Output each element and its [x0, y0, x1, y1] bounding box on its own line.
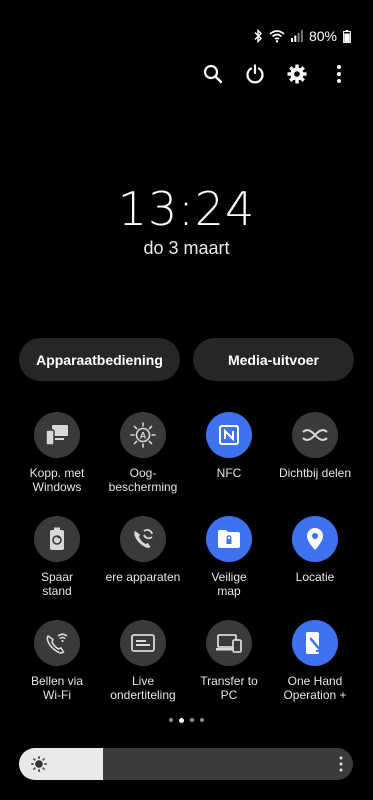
tile-eye-comfort[interactable]: A Oog- bescherming [100, 410, 186, 496]
tile-label: Spaar stand [40, 570, 74, 598]
page-indicator [0, 717, 373, 723]
wifi-icon [269, 29, 285, 43]
transfer-to-pc-icon [206, 620, 252, 666]
battery-icon [343, 29, 351, 43]
quick-settings-grid: Kopp. met Windows A Oog- bescherming NFC… [14, 410, 359, 704]
bluetooth-icon [253, 29, 263, 43]
page-dot-active[interactable] [179, 717, 184, 723]
nfc-icon [206, 412, 252, 458]
status-bar: 80% [253, 28, 351, 44]
tile-label: Kopp. met Windows [29, 466, 85, 494]
tile-label: ere apparaten [105, 570, 181, 584]
one-hand-operation-icon [292, 620, 338, 666]
page-dot[interactable] [190, 718, 194, 722]
tile-call-on-other-devices[interactable]: ere apparaten [100, 514, 186, 600]
page-dot[interactable] [200, 718, 204, 722]
search-icon[interactable] [201, 62, 225, 86]
tile-link-to-windows[interactable]: Kopp. met Windows [14, 410, 100, 496]
tile-live-caption[interactable]: Live ondertiteling [100, 618, 186, 704]
wifi-calling-icon [34, 620, 80, 666]
media-output-button[interactable]: Media-uitvoer [193, 338, 354, 381]
page-dot[interactable] [169, 718, 173, 722]
tile-transfer-to-pc[interactable]: Transfer to PC [186, 618, 272, 704]
live-caption-icon [120, 620, 166, 666]
power-icon[interactable] [243, 62, 267, 86]
tile-location[interactable]: Locatie [272, 514, 358, 600]
tile-one-hand-operation[interactable]: One Hand Operation + [272, 618, 358, 704]
call-on-other-devices-icon [120, 516, 166, 562]
battery-percentage: 80% [308, 28, 337, 44]
tile-nearby-share[interactable]: Dichtbij delen [272, 410, 358, 496]
power-saving-icon [34, 516, 80, 562]
more-vert-icon[interactable] [327, 62, 351, 86]
tile-wifi-calling[interactable]: Bellen via Wi-Fi [14, 618, 100, 704]
tile-label: Locatie [295, 570, 335, 584]
svg-text:A: A [140, 431, 147, 441]
tile-label: Oog- bescherming [108, 466, 178, 494]
tile-label: Transfer to PC [200, 674, 258, 702]
tile-label: Dichtbij delen [278, 466, 352, 480]
brightness-more-icon[interactable] [339, 756, 343, 777]
tile-label: Live ondertiteling [110, 674, 176, 702]
clock-date[interactable]: do 3 maart [0, 238, 373, 259]
tile-power-saving[interactable]: Spaar stand [14, 514, 100, 600]
tile-label: One Hand Operation + [283, 674, 347, 702]
secure-folder-icon [206, 516, 252, 562]
tile-label: NFC [216, 466, 242, 480]
device-control-button[interactable]: Apparaatbediening [19, 338, 180, 381]
eye-comfort-icon: A [120, 412, 166, 458]
location-icon [292, 516, 338, 562]
tile-label: Bellen via Wi-Fi [30, 674, 84, 702]
brightness-icon [31, 756, 47, 777]
quick-panel-actions [201, 62, 351, 86]
signal-icon [290, 30, 303, 42]
tile-nfc[interactable]: NFC [186, 410, 272, 496]
link-to-windows-icon [34, 412, 80, 458]
clock-time[interactable]: 13:24 [0, 182, 373, 236]
brightness-slider[interactable] [19, 748, 353, 780]
tile-label: Veilige map [211, 570, 247, 598]
nearby-share-icon [292, 412, 338, 458]
settings-icon[interactable] [285, 62, 309, 86]
tile-secure-folder[interactable]: Veilige map [186, 514, 272, 600]
